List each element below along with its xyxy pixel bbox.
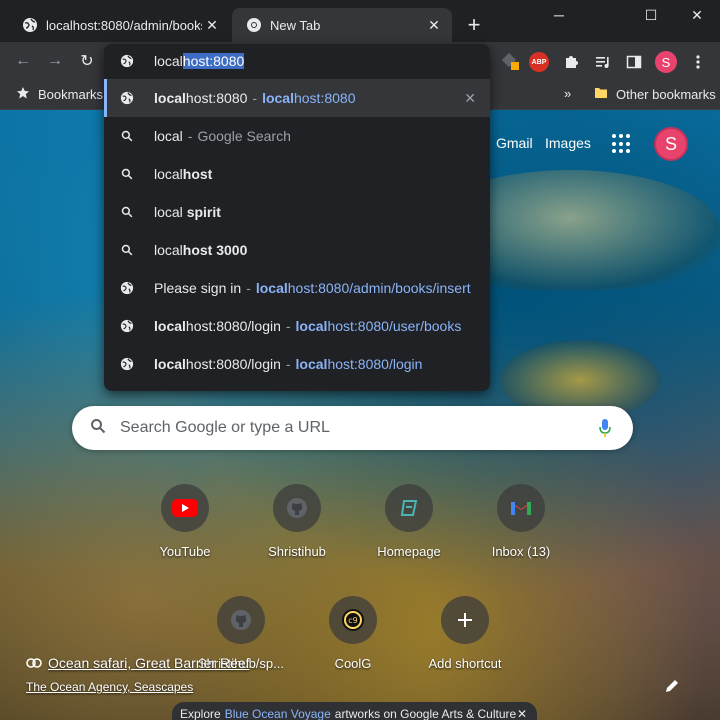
shortcut-label: CoolG (334, 656, 372, 671)
link-icon (26, 655, 42, 671)
suggestion-row[interactable]: local spirit (104, 193, 490, 231)
tab-title: localhost:8080/admin/books (46, 17, 202, 33)
autocomplete-selection: host:8080 (182, 53, 245, 69)
close-icon[interactable]: ✕ (517, 707, 527, 720)
globe-icon (120, 54, 134, 68)
plus-icon (441, 596, 489, 644)
shortcut-tile[interactable]: Homepage (353, 484, 465, 559)
explore-chip[interactable]: Explore Blue Ocean Voyage artworks on Go… (172, 702, 537, 720)
background-credit-author[interactable]: The Ocean Agency, Seascapes (26, 680, 193, 694)
shortcut-label: Inbox (13) (491, 544, 551, 559)
homepage-icon (385, 484, 433, 532)
suggestion-row[interactable]: Please sign in - localhost:8080/admin/bo… (104, 269, 490, 307)
background-credit-title[interactable]: Ocean safari, Great Barrier Reef (26, 655, 250, 671)
search-icon (90, 418, 106, 439)
images-link[interactable]: Images (545, 135, 591, 151)
close-window-button[interactable]: ✕ (674, 0, 720, 30)
suggestion-row[interactable]: local host:8080/login - localhost:8080/us… (104, 307, 490, 345)
tab-strip: localhost:8080/admin/books ✕ New Tab ✕ +… (0, 0, 720, 42)
shortcut-label: Shristihub (268, 544, 326, 559)
tab-title: New Tab (270, 17, 321, 33)
credit-title-text: Ocean safari, Great Barrier Reef (48, 655, 250, 671)
youtube-icon (161, 484, 209, 532)
forward-button[interactable]: → (43, 49, 67, 73)
github-icon (273, 484, 321, 532)
tab-admin-books[interactable]: localhost:8080/admin/books ✕ (8, 8, 230, 42)
address-bar-input[interactable]: local host:8080 (104, 44, 490, 78)
profile-button[interactable]: S (655, 51, 677, 73)
globe-icon (22, 17, 38, 33)
avatar: S (655, 51, 677, 73)
media-icon[interactable] (592, 51, 614, 73)
side-panel-icon[interactable] (623, 51, 645, 73)
search-icon (120, 205, 134, 219)
add-shortcut-button[interactable]: Add shortcut (409, 596, 521, 671)
search-icon (120, 167, 134, 181)
typed-text: local (154, 53, 183, 69)
avatar[interactable]: S (654, 127, 688, 161)
extension-icon[interactable] (500, 51, 522, 73)
adblock-icon[interactable]: ABP (528, 51, 550, 73)
explore-link[interactable]: Blue Ocean Voyage (225, 707, 331, 720)
svg-text:c9: c9 (348, 616, 358, 625)
menu-icon[interactable] (687, 51, 709, 73)
shortcut-label: Homepage (377, 544, 441, 559)
back-button[interactable]: ← (11, 49, 35, 73)
other-bookmarks-button[interactable]: Other bookmarks (594, 86, 716, 103)
other-bookmarks-label: Other bookmarks (616, 87, 716, 102)
globe-icon (120, 91, 134, 105)
shortcut-tile[interactable]: Inbox (13) (465, 484, 577, 559)
gmail-icon (497, 484, 545, 532)
globe-icon (120, 319, 134, 333)
shortcut-label: YouTube (159, 544, 211, 559)
explore-suffix: artworks on Google Arts & Culture (334, 707, 517, 720)
close-tab-icon[interactable]: ✕ (424, 15, 444, 35)
suggestion-row[interactable]: local - Google Search (104, 117, 490, 155)
shortcut-tile[interactable]: YouTube (129, 484, 241, 559)
globe-icon (120, 281, 134, 295)
shortcut-label: Add shortcut (428, 656, 502, 671)
reload-button[interactable]: ↻ (75, 49, 99, 73)
shortcut-tile[interactable]: c9 CoolG (297, 596, 409, 671)
microphone-icon[interactable] (597, 417, 613, 439)
omnibox-dropdown: local host:8080 local host:8080 - localhos… (104, 44, 490, 391)
globe-icon (120, 357, 134, 371)
explore-prefix: Explore (180, 707, 221, 720)
chrome-icon (246, 17, 262, 33)
search-icon (120, 129, 134, 143)
shortcut-tile[interactable]: Shristihub (241, 484, 353, 559)
apps-icon[interactable] (612, 134, 632, 154)
suggestion-row[interactable]: local host (104, 155, 490, 193)
coolg-icon: c9 (329, 596, 377, 644)
new-tab-button[interactable]: + (462, 12, 486, 37)
search-box[interactable]: Search Google or type a URL (72, 406, 633, 450)
close-tab-icon[interactable]: ✕ (202, 15, 222, 35)
customize-pencil-icon[interactable] (664, 678, 680, 699)
suggestion-row[interactable]: local host:8080 - localhost:8080 ✕ (104, 79, 490, 117)
star-icon (16, 86, 30, 103)
puzzle-icon[interactable] (560, 51, 582, 73)
folder-icon (594, 86, 608, 103)
github-icon (217, 596, 265, 644)
tab-new-tab[interactable]: New Tab ✕ (232, 8, 452, 42)
search-input[interactable]: Search Google or type a URL (120, 419, 597, 437)
remove-suggestion-icon[interactable]: ✕ (464, 90, 476, 107)
minimize-button[interactable]: ─ (536, 0, 582, 30)
bookmarks-overflow-button[interactable]: » (564, 86, 571, 101)
maximize-button[interactable]: ☐ (628, 0, 674, 30)
bookmarks-label: Bookmarks (38, 87, 104, 102)
suggestion-row[interactable]: local host:8080/login - localhost:8080/lo… (104, 345, 490, 383)
bookmarks-button[interactable]: Bookmarks (16, 86, 103, 103)
adblock-badge: ABP (529, 52, 549, 72)
search-icon (120, 243, 134, 257)
suggestion-row[interactable]: local host 3000 (104, 231, 490, 269)
gmail-link[interactable]: Gmail (496, 135, 533, 151)
